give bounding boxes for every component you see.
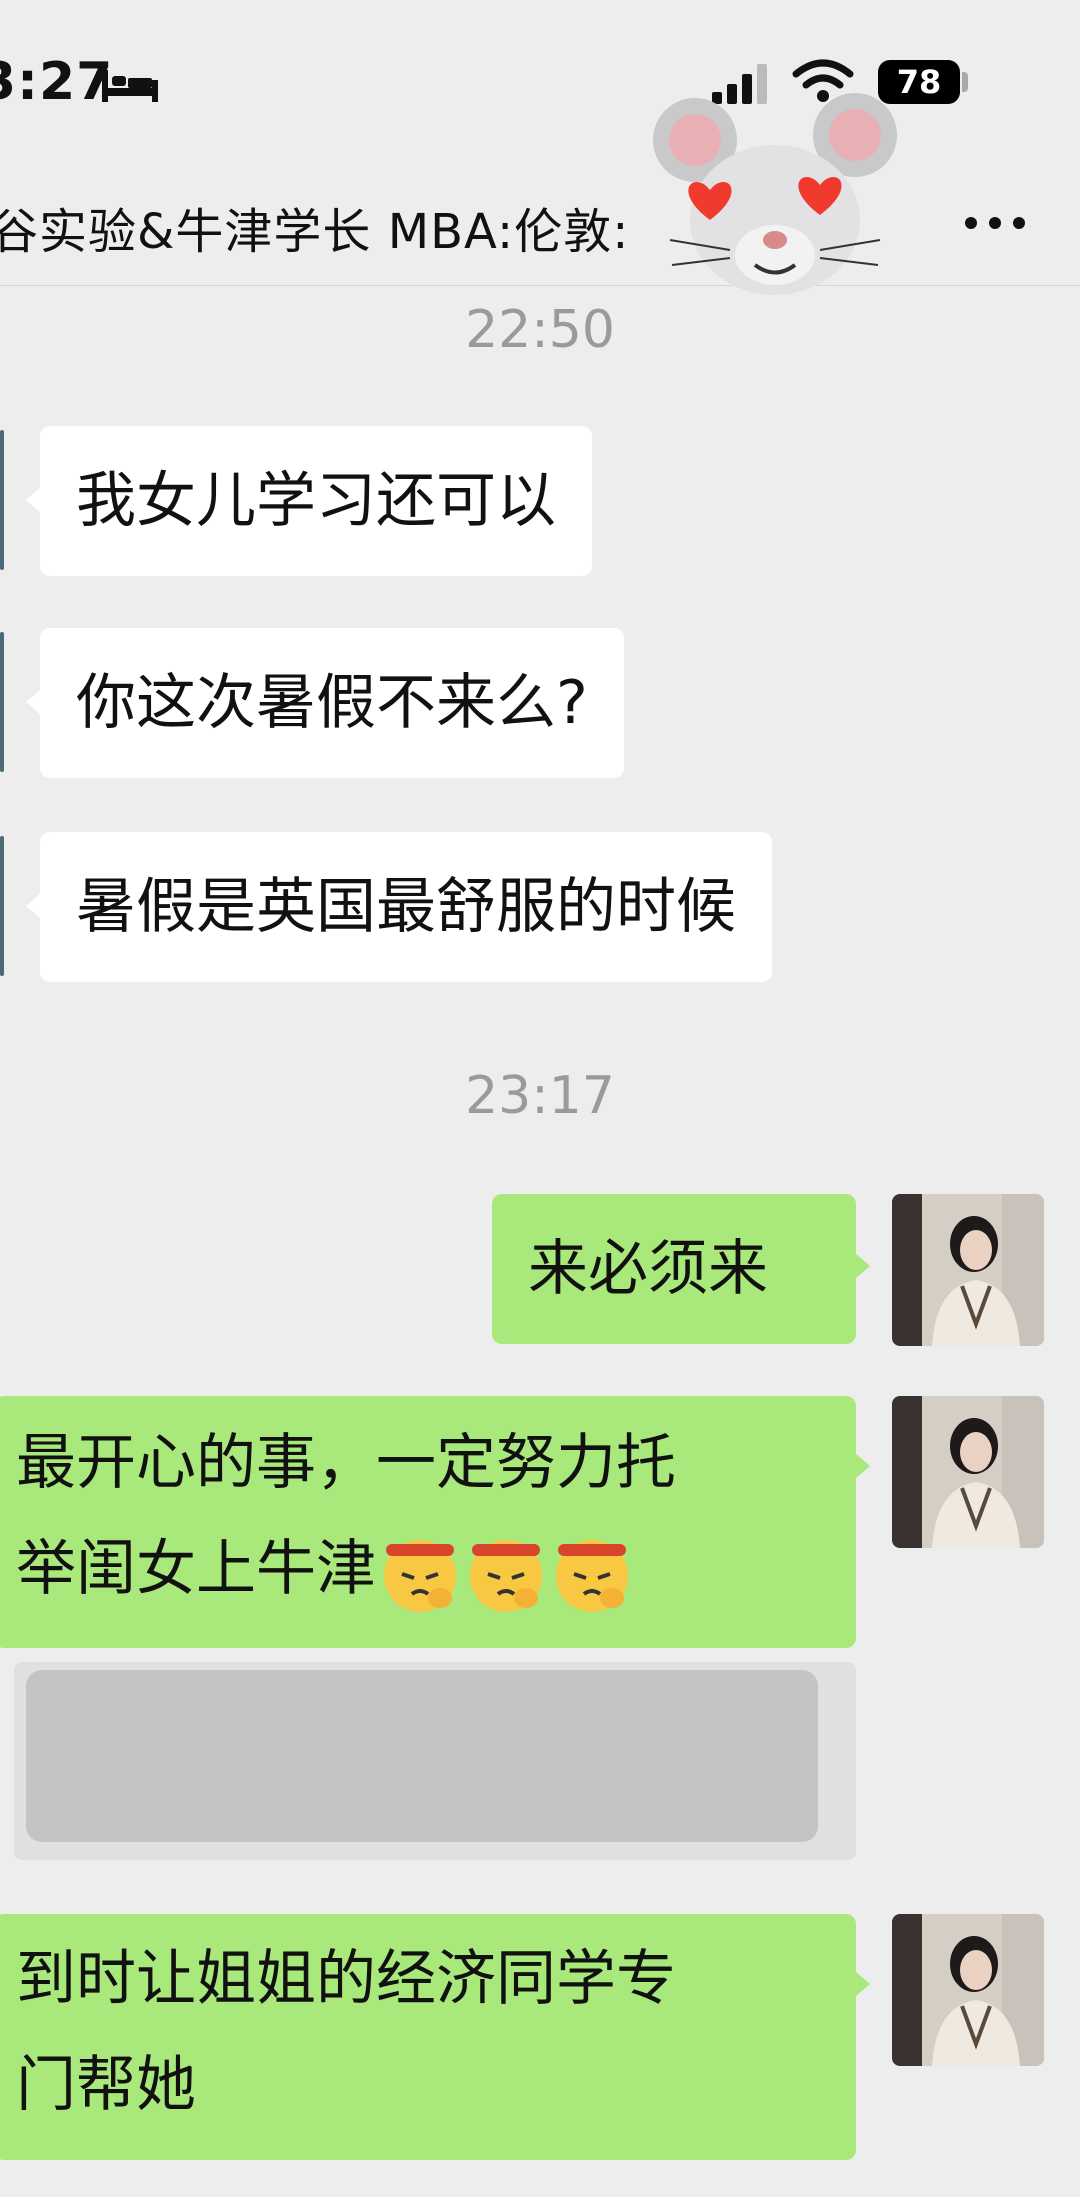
timestamp: 23:17 [465,1066,615,1126]
message-text: 最开心的事，一定努力托 [16,1428,676,1498]
heart-eyes-mouse-sticker [653,93,897,295]
battery-cap [962,72,968,92]
outgoing-message[interactable]: 来必须来 [492,1194,856,1344]
message-text: 到时让姐姐的经济同学专 [16,1944,676,2014]
message-text: 举闺女上牛津 [16,1534,376,1604]
determined-face-emoji [384,1540,456,1613]
message-text-line-2: 举闺女上牛津 [16,1516,820,1622]
more-dots-icon[interactable] [955,198,1035,248]
user-avatar[interactable] [892,1194,1044,1346]
outgoing-message[interactable]: 到时让姐姐的经济同学专 门帮她 [0,1914,856,2160]
quoted-message-content [26,1670,818,1842]
message-text: 来必须来 [528,1234,768,1304]
bubble-tail [26,690,40,714]
incoming-message[interactable]: 我女儿学习还可以 [40,426,592,576]
bubble-tail [856,1454,870,1478]
portrait-image [892,1194,1044,1346]
incoming-message[interactable]: 暑假是英国最舒服的时候 [40,832,772,982]
bed-icon [102,70,158,102]
bubble-tail [26,894,40,918]
bubble-tail [856,1254,870,1278]
status-bar: 3:27 78 [0,0,1080,170]
user-avatar[interactable] [892,1914,1044,2066]
bubble-tail [26,488,40,512]
message-text: 暑假是英国最舒服的时候 [76,872,736,942]
determined-face-emoji [556,1540,628,1613]
message-text: 我女儿学习还可以 [76,466,556,536]
contact-avatar-edge[interactable] [0,836,4,976]
portrait-image [892,1396,1044,1548]
timestamp: 22:50 [465,300,615,360]
message-text: 门帮她 [16,2050,196,2120]
determined-face-emoji [470,1540,542,1613]
user-avatar[interactable] [892,1396,1044,1548]
incoming-message[interactable]: 你这次暑假不来么? [40,628,624,778]
contact-avatar-edge[interactable] [0,430,4,570]
outgoing-message[interactable]: 最开心的事，一定努力托 举闺女上牛津 [0,1396,856,1648]
contact-avatar-edge[interactable] [0,632,4,772]
status-time: 3:27 [0,52,114,112]
chat-header: 谷实验&牛津学长 MBA:伦敦: [0,170,1080,286]
portrait-image [892,1914,1044,2066]
bubble-tail [856,1972,870,1996]
chat-title[interactable]: 谷实验&牛津学长 MBA:伦敦: [0,192,629,262]
message-text: 你这次暑假不来么? [76,668,588,738]
